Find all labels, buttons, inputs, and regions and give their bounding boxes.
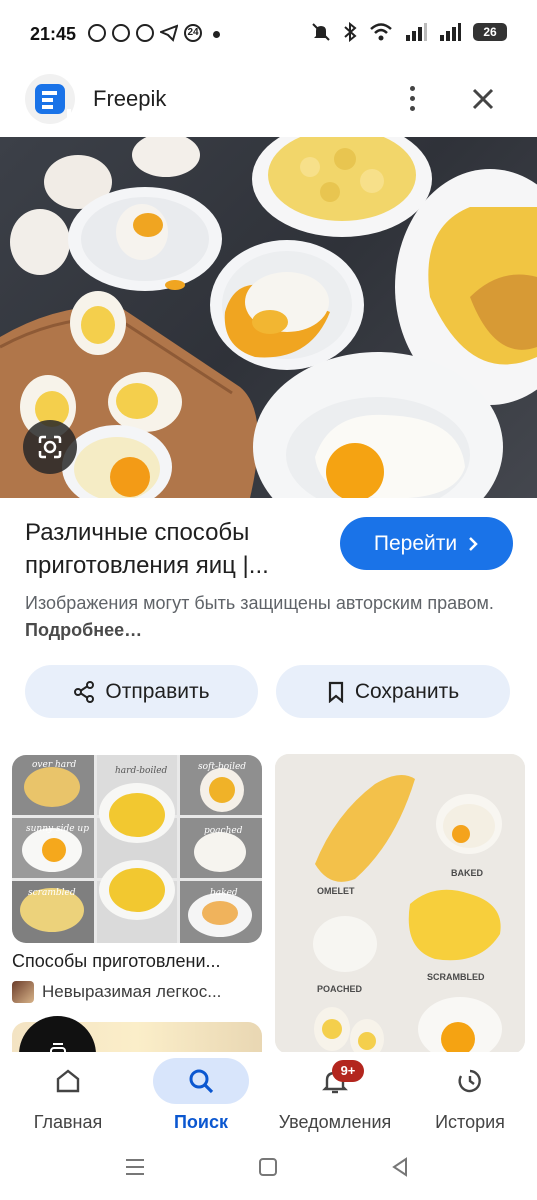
viber-icon [88, 24, 106, 42]
collage-label-baked: baked [210, 888, 238, 898]
collage-label-poached: poached [204, 826, 243, 836]
nav-label-history: История [435, 1112, 505, 1132]
label-baked: BAKED [451, 868, 484, 878]
related-source-name: Невыразимая легкос... [42, 982, 222, 1001]
label-scrambled: SCRAMBLED [427, 972, 485, 982]
home-icon [56, 1069, 80, 1093]
related-image-2[interactable]: OMELET BAKED SCRAMBLED POACHED [275, 754, 525, 1054]
nav-item-home[interactable]: Главная [20, 1052, 116, 1140]
nav-item-history[interactable]: История [420, 1052, 520, 1140]
close-button[interactable] [466, 82, 500, 116]
collage-label-soft-boiled: soft-boiled [198, 762, 246, 772]
visit-button-label: Перейти [373, 531, 458, 555]
related-image-1[interactable]: over hard hard-boiled soft-boiled sunny … [12, 755, 262, 943]
source-favicon [12, 981, 34, 1003]
nav-label-home: Главная [33, 1112, 103, 1132]
24-icon: 24 [184, 24, 202, 42]
telegram-icon [158, 24, 179, 42]
nav-label-notifications: Уведомления [278, 1112, 392, 1132]
bottom-navigation: Главная Поиск 9+ Уведомления История [0, 1052, 537, 1140]
result-title[interactable]: Различные способы приготовления яиц |... [25, 516, 325, 582]
collage-label-sunny-side-up: sunny side up [26, 824, 89, 834]
bookmark-icon [328, 681, 343, 703]
copyright-text: Изображения могут быть защищены авторски… [25, 593, 494, 613]
back-button[interactable] [390, 1157, 410, 1177]
close-icon [472, 88, 494, 110]
nav-item-search[interactable]: Поиск [153, 1052, 249, 1140]
egg-types-illustration: OMELET BAKED SCRAMBLED POACHED [275, 754, 525, 1054]
more-options-button[interactable] [400, 80, 424, 116]
lens-icon [38, 435, 62, 459]
share-icon [74, 680, 95, 703]
freepik-logo [25, 74, 75, 125]
messages-icon [112, 24, 130, 42]
recents-button[interactable] [124, 1157, 146, 1177]
google-lens-button[interactable] [23, 420, 77, 474]
label-omelet: OMELET [317, 886, 355, 896]
mute-icon [312, 23, 330, 41]
preview-image[interactable] [0, 137, 537, 498]
eggs-photo [0, 137, 537, 498]
share-button[interactable]: Отправить [25, 665, 258, 718]
nav-item-notifications[interactable]: 9+ Уведомления [270, 1052, 400, 1140]
notification-icons: 24 [88, 24, 202, 42]
egg-styles-collage: over hard hard-boiled soft-boiled sunny … [12, 755, 262, 943]
related-source-1[interactable]: Невыразимая легкос... [12, 980, 262, 1004]
learn-more-link[interactable]: Подробнее… [25, 620, 142, 640]
collage-label-over-hard: over hard [32, 760, 76, 770]
nav-icon-wrap [54, 1058, 82, 1104]
wifi-icon [370, 23, 392, 41]
dot-icon [409, 105, 415, 111]
share-label: Отправить [105, 679, 210, 703]
collage-label-scrambled: scrambled [28, 888, 76, 898]
whatsapp-icon [136, 24, 154, 42]
system-icons: 26 [311, 22, 507, 42]
history-icon [458, 1069, 481, 1093]
status-time: 21:45 [30, 24, 77, 44]
signal-icon-1 [406, 23, 427, 41]
battery-icon: 26 [473, 23, 507, 41]
chevron-right-icon [469, 536, 478, 551]
more-notifications-dot [213, 31, 220, 38]
related-title-1[interactable]: Способы приготовлени... [12, 951, 262, 972]
visit-button[interactable]: Перейти [340, 517, 513, 570]
copyright-notice: Изображения могут быть защищены авторски… [25, 590, 495, 644]
notification-badge: 9+ [332, 1060, 364, 1082]
dot-icon [409, 95, 415, 101]
save-button[interactable]: Сохранить [276, 665, 510, 718]
label-poached: POACHED [317, 984, 363, 994]
dot-icon [409, 85, 415, 91]
site-name: Freepik [93, 86, 167, 111]
search-icon [189, 1069, 214, 1094]
nav-label-search: Поиск [173, 1112, 229, 1132]
nav-icon-wrap [153, 1058, 249, 1104]
collage-label-hard-boiled: hard-boiled [115, 766, 168, 776]
nav-icon-wrap [456, 1058, 484, 1104]
status-bar: 21:45 24 26 [0, 0, 537, 70]
system-navigation-bar [0, 1140, 537, 1200]
bluetooth-icon [344, 22, 357, 42]
save-label: Сохранить [354, 679, 460, 703]
home-button[interactable] [258, 1157, 278, 1177]
source-header: Freepik [0, 70, 537, 136]
signal-icon-2 [440, 23, 461, 41]
